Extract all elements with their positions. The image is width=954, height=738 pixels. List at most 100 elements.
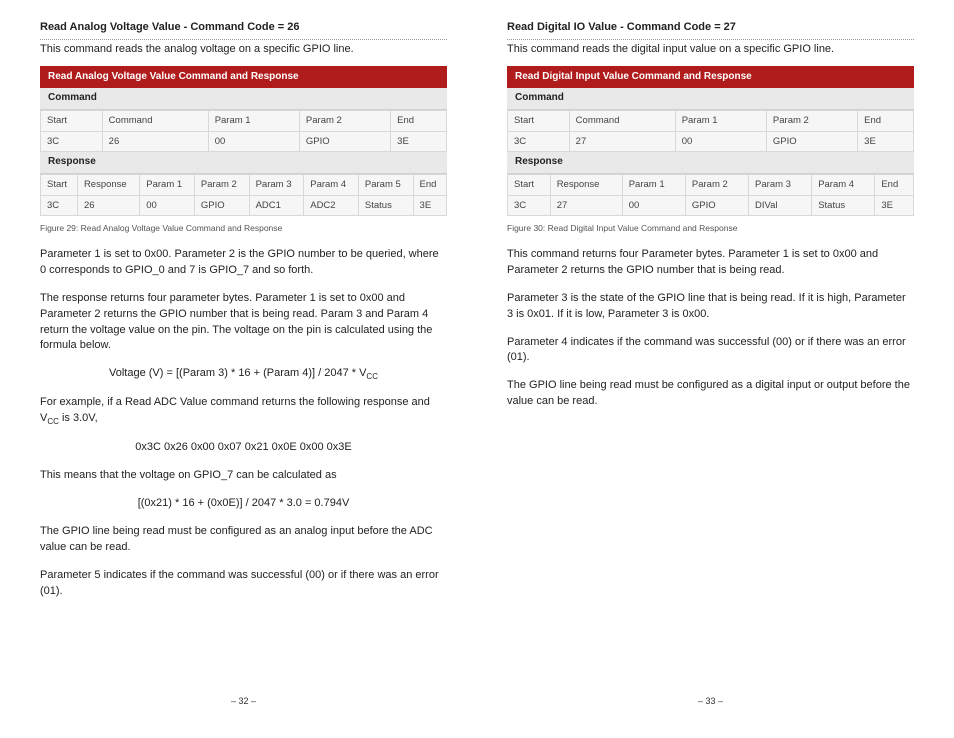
page-spread: Read Analog Voltage Value - Command Code… [0, 0, 954, 720]
cell: Param 4 [304, 174, 359, 195]
table-title: Read Digital Input Value Command and Res… [507, 66, 914, 89]
cell: 3C [508, 195, 551, 216]
cell: 3C [41, 131, 103, 152]
voltage-formula: Voltage (V) = [(Param 3) * 16 + (Param 4… [40, 366, 447, 383]
table-row: 3C 27 00 GPIO 3E [508, 131, 914, 152]
paragraph: The GPIO line being read must be configu… [40, 524, 447, 556]
cell: 3E [858, 131, 914, 152]
calc-formula: [(0x21) * 16 + (0x0E)] / 2047 * 3.0 = 0.… [40, 496, 447, 512]
table-row: Start Response Param 1 Param 2 Param 3 P… [41, 174, 447, 195]
cell: 00 [140, 195, 195, 216]
cell: GPIO [685, 195, 748, 216]
intro-text: This command reads the digital input val… [507, 42, 914, 58]
paragraph: Parameter 5 indicates if the command was… [40, 568, 447, 600]
cell: Start [41, 174, 78, 195]
page-number: – 32 – [231, 695, 256, 708]
page-number: – 33 – [698, 695, 723, 708]
cell: ADC2 [304, 195, 359, 216]
cell: GPIO [299, 131, 390, 152]
table-row: Start Command Param 1 Param 2 End [41, 110, 447, 131]
cell: Response [550, 174, 622, 195]
response-grid: Start Response Param 1 Param 2 Param 3 P… [40, 174, 447, 217]
section-title: Read Digital IO Value - Command Code = 2… [507, 20, 914, 36]
cell: 26 [77, 195, 139, 216]
cell: Command [102, 110, 208, 131]
cell: Param 3 [749, 174, 812, 195]
command-table: Read Digital Input Value Command and Res… [507, 66, 914, 217]
paragraph: This means that the voltage on GPIO_7 ca… [40, 468, 447, 484]
paragraph: For example, if a Read ADC Value command… [40, 395, 447, 428]
cell: 27 [569, 131, 675, 152]
cell: Start [508, 174, 551, 195]
cell: 00 [622, 195, 685, 216]
command-table: Read Analog Voltage Value Command and Re… [40, 66, 447, 217]
cell: 27 [550, 195, 622, 216]
right-column: Read Digital IO Value - Command Code = 2… [507, 20, 914, 720]
command-subhead: Command [40, 88, 447, 110]
formula-text: Voltage (V) = [(Param 3) * 16 + (Param 4… [109, 367, 366, 379]
cell: GPIO [766, 131, 857, 152]
intro-text: This command reads the analog voltage on… [40, 42, 447, 58]
section-title: Read Analog Voltage Value - Command Code… [40, 20, 447, 36]
cell: Command [569, 110, 675, 131]
cell: Param 2 [299, 110, 390, 131]
paragraph: Parameter 1 is set to 0x00. Parameter 2 … [40, 247, 447, 279]
cell: Param 1 [675, 110, 766, 131]
cell: 3E [875, 195, 914, 216]
command-grid: Start Command Param 1 Param 2 End 3C 26 … [40, 110, 447, 153]
text: For example, if a Read ADC Value command… [40, 396, 430, 424]
divider [507, 38, 914, 40]
cell: Param 1 [622, 174, 685, 195]
subscript: CC [366, 373, 378, 382]
command-subhead: Command [507, 88, 914, 110]
cell: DIVal [749, 195, 812, 216]
response-subhead: Response [40, 152, 447, 174]
paragraph: Parameter 3 is the state of the GPIO lin… [507, 291, 914, 323]
paragraph: The GPIO line being read must be configu… [507, 378, 914, 410]
cell: 26 [102, 131, 208, 152]
cell: Param 5 [358, 174, 413, 195]
cell: 00 [675, 131, 766, 152]
paragraph: The response returns four parameter byte… [40, 291, 447, 355]
paragraph: Parameter 4 indicates if the command was… [507, 335, 914, 367]
table-row: 3C 26 00 GPIO 3E [41, 131, 447, 152]
cell: Param 1 [208, 110, 299, 131]
paragraph: This command returns four Parameter byte… [507, 247, 914, 279]
cell: Param 2 [766, 110, 857, 131]
divider [40, 38, 447, 40]
cell: 3C [508, 131, 570, 152]
table-title: Read Analog Voltage Value Command and Re… [40, 66, 447, 89]
cell: Response [77, 174, 139, 195]
text: is 3.0V, [59, 412, 98, 424]
cell: End [858, 110, 914, 131]
table-row: 3C 26 00 GPIO ADC1 ADC2 Status 3E [41, 195, 447, 216]
command-grid: Start Command Param 1 Param 2 End 3C 27 … [507, 110, 914, 153]
cell: End [413, 174, 446, 195]
cell: GPIO [194, 195, 249, 216]
subscript: CC [47, 417, 59, 426]
table-row: Start Command Param 1 Param 2 End [508, 110, 914, 131]
figure-caption: Figure 29: Read Analog Voltage Value Com… [40, 222, 447, 234]
cell: Param 3 [249, 174, 304, 195]
cell: 3C [41, 195, 78, 216]
cell: Start [41, 110, 103, 131]
response-subhead: Response [507, 152, 914, 174]
cell: Param 2 [194, 174, 249, 195]
cell: Param 2 [685, 174, 748, 195]
cell: ADC1 [249, 195, 304, 216]
cell: Status [812, 195, 875, 216]
cell: 3E [391, 131, 447, 152]
cell: Status [358, 195, 413, 216]
cell: Start [508, 110, 570, 131]
table-row: 3C 27 00 GPIO DIVal Status 3E [508, 195, 914, 216]
cell: 3E [413, 195, 446, 216]
left-column: Read Analog Voltage Value - Command Code… [40, 20, 447, 720]
cell: End [875, 174, 914, 195]
cell: Param 1 [140, 174, 195, 195]
hex-example: 0x3C 0x26 0x00 0x07 0x21 0x0E 0x00 0x3E [40, 440, 447, 456]
table-row: Start Response Param 1 Param 2 Param 3 P… [508, 174, 914, 195]
cell: End [391, 110, 447, 131]
response-grid: Start Response Param 1 Param 2 Param 3 P… [507, 174, 914, 217]
cell: 00 [208, 131, 299, 152]
figure-caption: Figure 30: Read Digital Input Value Comm… [507, 222, 914, 234]
